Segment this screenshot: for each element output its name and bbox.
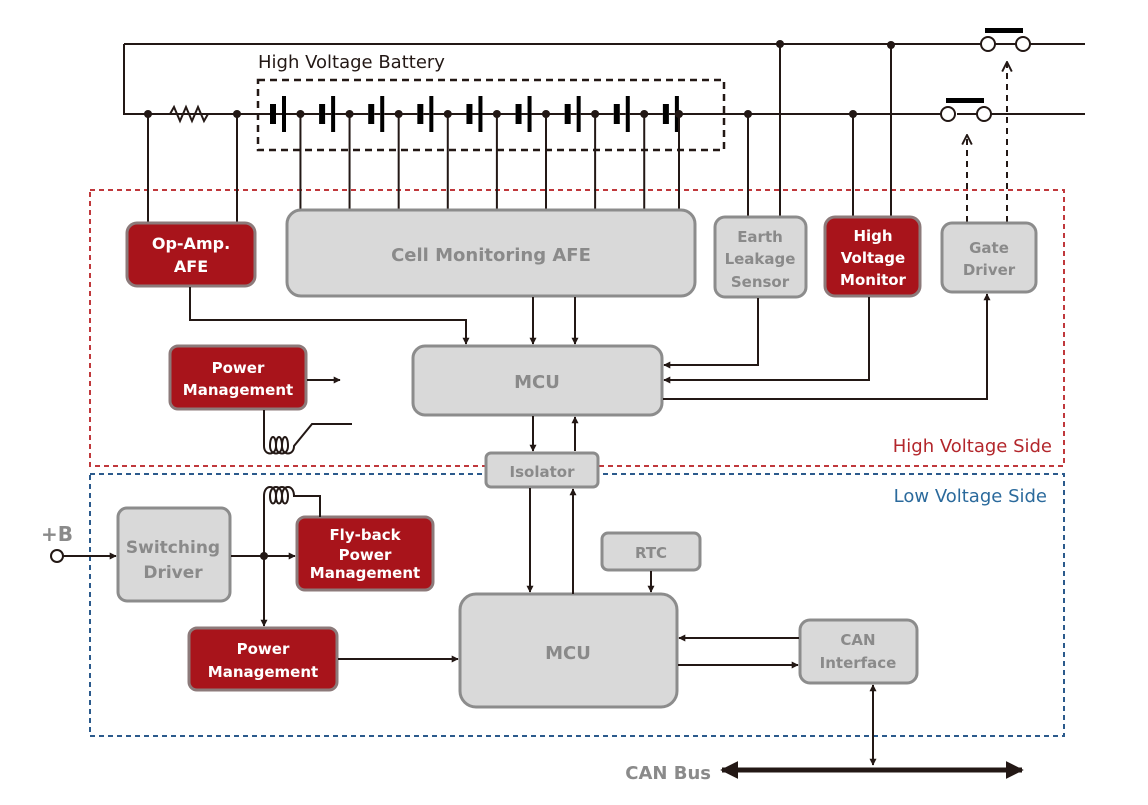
hv-transformer-coil-icon	[263, 410, 352, 455]
battery-cell-icon	[319, 96, 369, 209]
svg-text:Earth: Earth	[737, 228, 783, 246]
svg-text:MCU: MCU	[514, 372, 560, 393]
isolator-block[interactable]: Isolator	[484, 451, 600, 489]
battery-cell-icon	[515, 96, 565, 209]
svg-text:Driver: Driver	[963, 261, 1016, 279]
tap-wires	[144, 40, 895, 222]
battery-cell-icon	[466, 96, 516, 209]
battery-label: High Voltage Battery	[258, 52, 445, 73]
svg-text:Monitor: Monitor	[840, 271, 907, 289]
high-voltage-side-label: High Voltage Side	[893, 436, 1052, 457]
svg-text:Voltage: Voltage	[841, 249, 905, 267]
svg-text:Isolator: Isolator	[510, 463, 576, 481]
can-interface-block[interactable]: CAN Interface	[798, 618, 919, 685]
hv-mcu-block[interactable]: MCU	[411, 344, 664, 417]
battery-cell-icon	[417, 96, 467, 209]
svg-text:Fly-back: Fly-back	[329, 526, 401, 544]
svg-text:Management: Management	[183, 381, 293, 399]
battery-cell-icon	[368, 96, 418, 209]
svg-text:+B: +B	[41, 522, 73, 546]
svg-text:High: High	[853, 227, 892, 245]
flyback-power-management-block[interactable]: Fly-back Power Management	[295, 515, 435, 592]
svg-text:Management: Management	[208, 663, 318, 681]
svg-text:Op-Amp.: Op-Amp.	[152, 234, 230, 253]
battery-cell-icon	[613, 96, 663, 209]
cell-monitoring-afe-block[interactable]: Cell Monitoring AFE	[285, 208, 697, 298]
rtc-block[interactable]: RTC	[600, 531, 702, 572]
gate-driver-block[interactable]: Gate Driver	[940, 221, 1038, 294]
svg-text:CAN: CAN	[840, 631, 875, 649]
svg-text:Power: Power	[212, 359, 265, 377]
high-voltage-monitor-block[interactable]: High Voltage Monitor	[823, 215, 922, 298]
battery-cell-icon	[270, 96, 320, 209]
battery-cells	[237, 96, 748, 209]
lv-mcu-block[interactable]: MCU	[458, 592, 679, 709]
svg-text:Interface: Interface	[820, 654, 897, 672]
hv-power-management-block[interactable]: Power Management	[168, 344, 308, 411]
main-relay-top-icon	[980, 28, 1085, 52]
svg-text:Switching: Switching	[126, 538, 220, 558]
battery-cell-icon	[662, 96, 712, 132]
svg-text:AFE: AFE	[174, 257, 208, 276]
opamp-afe-block[interactable]: Op-Amp. AFE	[125, 221, 257, 288]
svg-text:Driver: Driver	[143, 563, 203, 583]
bms-block-diagram: High Voltage Side Low Voltage Side High …	[41, 28, 1085, 784]
main-relay-bottom-icon	[940, 98, 992, 122]
svg-text:Leakage: Leakage	[725, 250, 796, 268]
can-bus-label: CAN Bus	[625, 763, 711, 784]
battery-cell-icon	[564, 96, 614, 209]
svg-text:Power: Power	[237, 640, 290, 658]
svg-text:Management: Management	[310, 564, 420, 582]
low-voltage-side-label: Low Voltage Side	[894, 486, 1047, 507]
svg-text:Sensor: Sensor	[731, 273, 790, 291]
switching-driver-block[interactable]: Switching Driver	[116, 506, 232, 603]
svg-text:Power: Power	[339, 546, 392, 564]
svg-text:MCU: MCU	[545, 643, 591, 664]
svg-text:Gate: Gate	[969, 239, 1009, 257]
earth-leakage-sensor-block[interactable]: Earth Leakage Sensor	[713, 215, 808, 299]
svg-text:Cell Monitoring AFE: Cell Monitoring AFE	[391, 245, 591, 266]
lv-power-management-block[interactable]: Power Management	[187, 626, 339, 692]
svg-text:RTC: RTC	[635, 544, 667, 562]
